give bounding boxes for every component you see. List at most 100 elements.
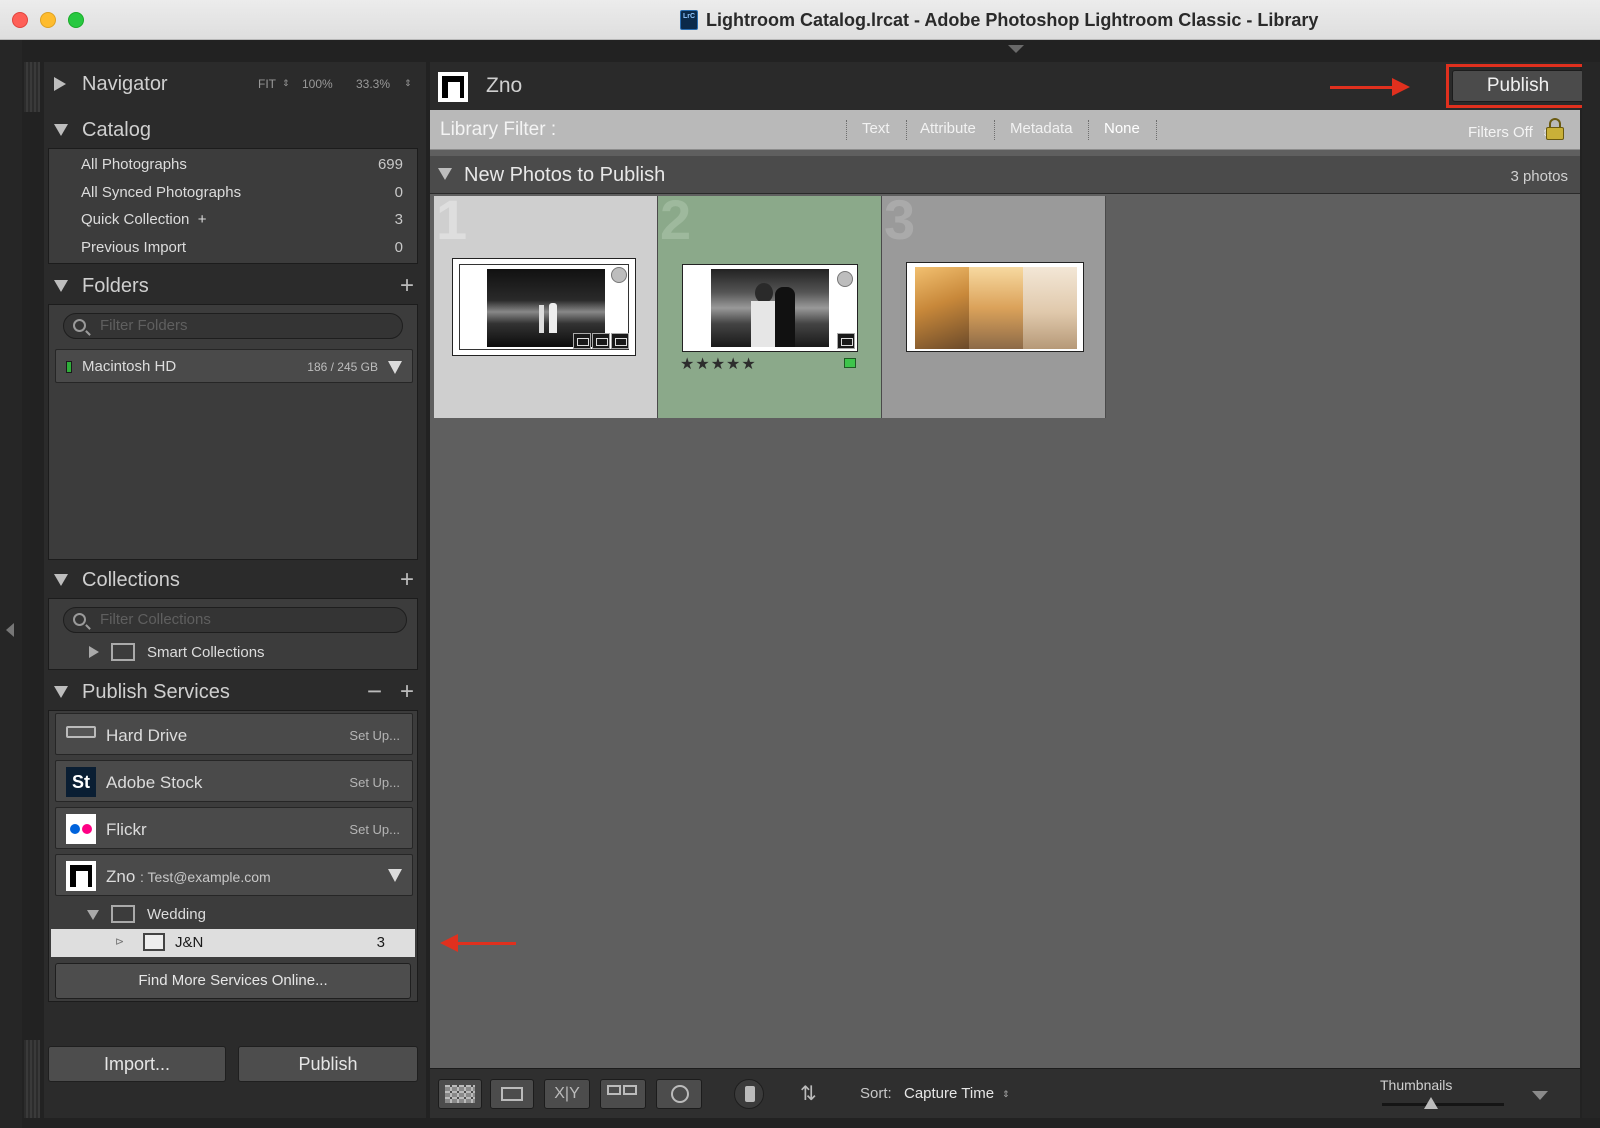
zoom-fit[interactable]: FIT <box>258 77 276 91</box>
collapse-icon[interactable] <box>54 280 68 292</box>
filter-metadata[interactable]: Metadata <box>1010 120 1073 137</box>
quick-collection-icon[interactable] <box>611 267 627 283</box>
annotation-arrow-shaft <box>1330 86 1394 89</box>
publish-button[interactable]: Publish <box>1452 70 1584 102</box>
service-setup-link[interactable]: Set Up... <box>349 822 400 837</box>
find-more-services-button[interactable]: Find More Services Online... <box>55 963 411 999</box>
navigator-header[interactable]: Navigator FIT ⇕ 100% 33.3% ⇕ <box>44 64 426 104</box>
grid-cell-1[interactable]: 1 <box>434 192 658 418</box>
toolbar-menu-icon[interactable] <box>1532 1091 1548 1100</box>
annotation-arrow-shaft <box>456 942 516 945</box>
published-collection-jn[interactable]: ⊳ J&N 3 <box>51 929 415 957</box>
collapse-icon[interactable] <box>438 168 452 180</box>
catalog-item-previous-import[interactable]: Previous Import 0 <box>49 234 417 262</box>
import-button[interactable]: Import... <box>48 1046 226 1082</box>
zoom-window-button[interactable] <box>68 12 84 28</box>
compare-view-button[interactable]: X|Y <box>544 1079 590 1109</box>
section-title: New Photos to Publish <box>464 164 666 186</box>
remove-service-icon[interactable]: − <box>367 676 382 707</box>
cell-index: 2 <box>660 188 692 251</box>
left-panel: Navigator FIT ⇕ 100% 33.3% ⇕ Catalog All… <box>44 62 426 1118</box>
volume-macintosh-hd[interactable]: Macintosh HD 186 / 245 GB <box>55 349 413 383</box>
filter-text[interactable]: Text <box>862 120 890 137</box>
quick-collection-icon[interactable] <box>837 271 853 287</box>
volume-status-indicator <box>66 361 72 373</box>
sync-indicator-icon: ⊳ <box>115 936 125 948</box>
add-collection-icon[interactable]: + <box>400 566 414 594</box>
filter-attribute[interactable]: Attribute <box>920 120 976 137</box>
grid-cell-3[interactable]: 3 <box>882 192 1106 418</box>
catalog-item-count: 699 <box>377 156 403 173</box>
collapse-icon[interactable] <box>54 686 68 698</box>
publish-header: Zno Publish <box>430 62 1590 110</box>
service-hard-drive[interactable]: Hard Drive Set Up... <box>55 713 413 755</box>
compare-icon: X|Y <box>554 1085 580 1102</box>
photo-thumbnail-3[interactable] <box>906 262 1084 352</box>
close-window-button[interactable] <box>12 12 28 28</box>
collapse-icon[interactable] <box>54 124 68 136</box>
catalog-item-all-synced[interactable]: All Synced Photographs 0 <box>49 179 417 207</box>
cell-index: 3 <box>884 188 916 251</box>
collections-header[interactable]: Collections + <box>44 560 426 600</box>
service-zno[interactable]: Zno : Test@example.com <box>55 854 413 896</box>
grid-cell-2[interactable]: 2 ★★★★★ <box>658 192 882 418</box>
zoom-custom[interactable]: 33.3% <box>356 77 390 91</box>
face-icon <box>671 1085 689 1103</box>
collapse-icon[interactable] <box>87 910 99 920</box>
expand-icon[interactable] <box>54 77 66 91</box>
left-panel-toggle-icon[interactable] <box>6 623 14 637</box>
service-adobe-stock[interactable]: St Adobe Stock Set Up... <box>55 760 413 802</box>
service-setup-link[interactable]: Set Up... <box>349 728 400 743</box>
publish-button-left[interactable]: Publish <box>238 1046 418 1082</box>
filter-separator <box>1156 120 1157 140</box>
zoom-100[interactable]: 100% <box>302 77 333 91</box>
publish-services-header[interactable]: Publish Services − + <box>44 672 426 712</box>
search-icon <box>73 613 86 626</box>
color-label-green-icon[interactable] <box>844 358 856 368</box>
top-panel-toggle-icon[interactable] <box>1008 45 1024 53</box>
minimize-window-button[interactable] <box>40 12 56 28</box>
publish-folder-wedding[interactable]: Wedding <box>49 901 417 929</box>
service-setup-link[interactable]: Set Up... <box>349 775 400 790</box>
collection-set-smart-collections[interactable]: Smart Collections <box>49 639 417 667</box>
catalog-header[interactable]: Catalog <box>44 110 426 150</box>
sort-direction-icon[interactable]: ⇅ <box>800 1081 817 1106</box>
add-folder-icon[interactable]: + <box>400 272 414 300</box>
people-view-button[interactable] <box>656 1079 702 1109</box>
edit-badge-icon <box>573 333 591 349</box>
survey-view-button[interactable] <box>600 1079 646 1109</box>
catalog-item-quick-collection[interactable]: Quick Collection + 3 <box>49 206 417 234</box>
collections-body: Filter Collections Smart Collections <box>48 598 418 670</box>
photo-thumbnail-2[interactable] <box>682 264 858 352</box>
folders-header[interactable]: Folders + <box>44 266 426 306</box>
filter-presets-dropdown[interactable]: Filters Off <box>1468 124 1533 141</box>
add-service-icon[interactable]: + <box>400 678 414 706</box>
filter-folders-input[interactable]: Filter Folders <box>63 313 403 339</box>
expand-icon[interactable] <box>89 646 99 658</box>
photo-thumbnail-1[interactable] <box>452 258 636 356</box>
painter-button[interactable] <box>734 1079 764 1109</box>
edit-badge-icon <box>837 333 855 349</box>
catalog-label: Catalog <box>82 119 151 141</box>
thumbnail-size-knob[interactable] <box>1423 1097 1438 1109</box>
published-collection-count: 3 <box>376 934 385 951</box>
thumbnail-size-slider[interactable] <box>1382 1103 1504 1106</box>
filter-collections-input[interactable]: Filter Collections <box>63 607 407 633</box>
volume-expand-icon[interactable] <box>388 361 402 374</box>
catalog-item-all-photographs[interactable]: All Photographs 699 <box>49 151 417 179</box>
publish-services-label: Publish Services <box>82 681 230 703</box>
publish-service-title: Zno <box>486 74 523 97</box>
filter-none[interactable]: None <box>1104 120 1140 137</box>
service-expand-icon[interactable] <box>388 869 402 882</box>
grid-section-header[interactable]: New Photos to Publish 3 photos <box>430 156 1580 194</box>
grid-view-button[interactable] <box>438 1079 482 1109</box>
published-collection-name: J&N <box>175 934 204 951</box>
star-rating[interactable]: ★★★★★ <box>680 354 757 374</box>
service-flickr[interactable]: Flickr Set Up... <box>55 807 413 849</box>
filter-lock-icon[interactable] <box>1546 118 1564 140</box>
sort-dropdown[interactable]: Capture Time <box>904 1085 994 1102</box>
loupe-view-button[interactable] <box>490 1079 534 1109</box>
filter-separator <box>994 120 995 140</box>
panel-grip <box>24 62 40 112</box>
collapse-icon[interactable] <box>54 574 68 586</box>
